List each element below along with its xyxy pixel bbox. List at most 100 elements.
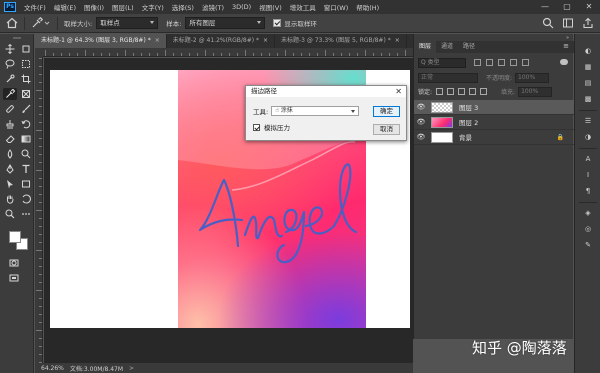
layer-row[interactable]: 👁 图层 2	[414, 115, 574, 130]
close-window-button[interactable]: ✕	[578, 0, 600, 14]
sample-size-select[interactable]: 取样点	[96, 17, 159, 29]
fill-input[interactable]: 100%	[518, 86, 553, 97]
channels-panel-icon[interactable]: ◎	[583, 224, 593, 234]
layer-filter-select[interactable]: Q 类型	[418, 57, 466, 68]
visibility-eye-icon[interactable]: 👁	[414, 133, 428, 141]
blur-tool-icon[interactable]	[3, 148, 17, 160]
properties-panel-icon[interactable]: ☰	[583, 116, 593, 126]
tab-document-3[interactable]: 未标题-3 @ 73.3% (图层 5, RGB/8#) * ×	[275, 34, 407, 48]
vertical-ruler[interactable]	[35, 48, 43, 363]
foreground-color-swatch[interactable]	[9, 231, 21, 243]
move-tool-icon[interactable]	[3, 43, 17, 55]
opacity-input[interactable]: 100%	[515, 72, 550, 83]
close-tab-icon[interactable]: ×	[263, 37, 268, 44]
ok-button[interactable]: 确定	[373, 106, 400, 117]
tab-document-2[interactable]: 未标题-2 @ 41.2%(RGB/8#) * ×	[167, 34, 276, 48]
quick-selection-tool-icon[interactable]	[3, 73, 17, 85]
lasso-tool-icon[interactable]	[3, 58, 17, 70]
close-tab-icon[interactable]: ×	[155, 37, 160, 44]
maximize-button[interactable]: ▢	[556, 0, 578, 14]
menu-plugins[interactable]: 增效工具	[286, 2, 320, 12]
menu-view[interactable]: 视图(V)	[255, 2, 286, 12]
rotate-view-tool-icon[interactable]	[19, 193, 33, 205]
menu-3d[interactable]: 3D(D)	[228, 3, 255, 11]
screen-mode-icon[interactable]	[7, 272, 21, 284]
eyedropper-tool-icon[interactable]	[3, 88, 17, 100]
menu-image[interactable]: 图像(I)	[80, 2, 108, 12]
zoom-level[interactable]: 64.26%	[41, 365, 64, 372]
paths-panel-icon[interactable]: ✎	[583, 240, 593, 250]
type-tool-icon[interactable]	[19, 163, 33, 175]
pixel-filter-icon[interactable]	[474, 59, 481, 66]
character-panel-icon[interactable]: A	[583, 154, 593, 164]
marquee-tool-icon[interactable]	[19, 58, 33, 70]
smart-object-filter-icon[interactable]	[522, 59, 529, 66]
paragraph-panel-icon[interactable]: ¶	[583, 186, 593, 196]
history-brush-tool-icon[interactable]	[19, 118, 33, 130]
menu-layer[interactable]: 图层(L)	[108, 2, 138, 12]
lock-all-icon[interactable]	[480, 88, 488, 95]
type-filter-icon[interactable]	[498, 59, 505, 66]
quick-mask-icon[interactable]	[7, 257, 21, 269]
sample-select[interactable]: 所有图层	[185, 17, 266, 29]
shape-filter-icon[interactable]	[510, 59, 517, 66]
tab-document-1[interactable]: 未标题-1 @ 64.3% (图层 3, RGB/8#) * ×	[35, 34, 167, 48]
home-icon[interactable]	[6, 17, 18, 29]
workspace-icon[interactable]	[562, 17, 574, 29]
lock-transparency-icon[interactable]	[436, 88, 444, 95]
artboard-tool-icon[interactable]	[19, 43, 33, 55]
adjustment-filter-icon[interactable]	[486, 59, 493, 66]
menu-select[interactable]: 选择(S)	[168, 2, 198, 12]
panel-menu-icon[interactable]: ≡	[563, 42, 569, 50]
hand-tool-icon[interactable]	[3, 193, 17, 205]
search-icon[interactable]	[542, 17, 554, 29]
color-panel-icon[interactable]: ◐	[583, 46, 593, 56]
show-sampling-ring-checkbox[interactable]	[273, 19, 282, 27]
close-tab-icon[interactable]: ×	[395, 37, 400, 44]
gradients-panel-icon[interactable]: ▤	[583, 78, 593, 88]
filter-toggle[interactable]	[560, 59, 568, 65]
lock-image-icon[interactable]	[447, 88, 455, 95]
menu-file[interactable]: 文件(F)	[20, 2, 50, 12]
frame-tool-icon[interactable]	[19, 88, 33, 100]
brush-tool-icon[interactable]	[19, 103, 33, 115]
blend-mode-select[interactable]: 正常	[418, 72, 478, 83]
ruler-origin[interactable]	[35, 48, 43, 57]
lock-artboard-icon[interactable]	[469, 88, 477, 95]
dodge-tool-icon[interactable]	[19, 148, 33, 160]
tab-channels[interactable]: 通道	[436, 41, 458, 53]
path-selection-tool-icon[interactable]	[3, 178, 17, 190]
glyphs-panel-icon[interactable]: Ⅰ	[583, 170, 593, 180]
layers-panel-icon[interactable]: ◈	[583, 208, 593, 218]
rectangle-tool-icon[interactable]	[19, 178, 33, 190]
eyedropper-tool-preset-icon[interactable]	[31, 17, 51, 29]
menu-filter[interactable]: 滤镜(T)	[198, 2, 228, 12]
menu-edit[interactable]: 编辑(E)	[50, 2, 80, 12]
tab-layers[interactable]: 图层	[414, 41, 437, 53]
minimize-button[interactable]: —	[534, 0, 556, 14]
cancel-button[interactable]: 取消	[373, 124, 400, 135]
crop-tool-icon[interactable]	[19, 73, 33, 85]
close-icon[interactable]: ✕	[395, 86, 402, 97]
menu-window[interactable]: 窗口(W)	[320, 2, 353, 12]
pen-tool-icon[interactable]	[3, 163, 17, 175]
patterns-panel-icon[interactable]: ▩	[583, 94, 593, 104]
menu-help[interactable]: 帮助(H)	[352, 2, 383, 12]
share-icon[interactable]	[582, 17, 594, 29]
panel-collapse-icon[interactable]	[12, 36, 22, 40]
swatches-panel-icon[interactable]: ▦	[583, 62, 593, 72]
layer-row[interactable]: 👁 背景 🔒	[414, 130, 574, 145]
adjustments-panel-icon[interactable]: ◑	[583, 132, 593, 142]
menu-type[interactable]: 文字(Y)	[138, 2, 168, 12]
gradient-tool-icon[interactable]	[19, 133, 33, 145]
simulate-pressure-checkbox[interactable]	[253, 123, 260, 131]
more-tools-icon[interactable]	[19, 208, 33, 220]
visibility-eye-icon[interactable]: 👁	[414, 103, 428, 111]
clone-stamp-tool-icon[interactable]	[3, 118, 17, 130]
status-menu-arrow[interactable]: >	[129, 365, 134, 372]
lock-position-icon[interactable]	[458, 88, 466, 95]
tab-paths[interactable]: 路径	[458, 41, 480, 53]
healing-brush-tool-icon[interactable]	[3, 103, 17, 115]
horizontal-ruler[interactable]	[43, 48, 413, 57]
eraser-tool-icon[interactable]	[3, 133, 17, 145]
